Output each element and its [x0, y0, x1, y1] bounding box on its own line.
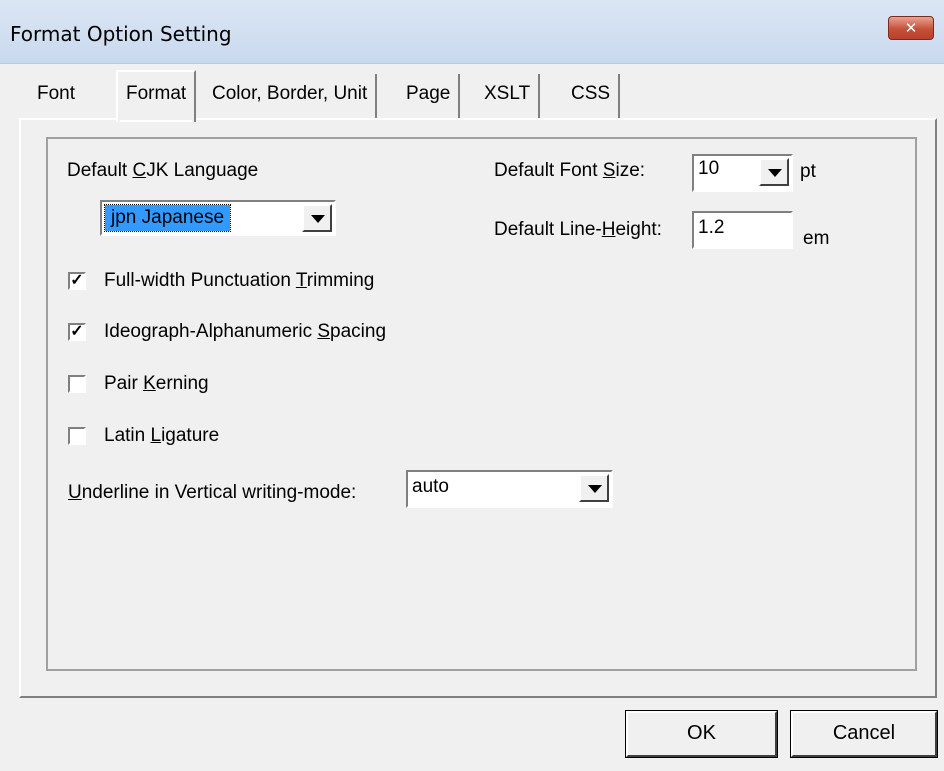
- cb0-pre: Full-width Punctuation: [104, 270, 296, 291]
- tab-format-highlight: [120, 120, 193, 122]
- cb2-pre: Pair: [104, 373, 144, 394]
- cb3-post: igature: [161, 425, 220, 446]
- line-height-label-pre: Default Line-: [494, 219, 602, 240]
- chevron-down-icon: [311, 215, 325, 223]
- cancel-button[interactable]: Cancel: [790, 710, 938, 758]
- cjk-language-value: jpn Japanese: [103, 204, 232, 232]
- ideograph-alphanumeric-spacing-checkbox[interactable]: ✓: [68, 323, 86, 341]
- ideograph-alphanumeric-spacing-label[interactable]: Ideograph-Alphanumeric Spacing: [104, 321, 386, 343]
- latin-ligature-label[interactable]: Latin Ligature: [104, 425, 219, 447]
- cb1-pre: Ideograph-Alphanumeric: [104, 321, 318, 342]
- chevron-down-icon: [768, 169, 782, 177]
- tab-css[interactable]: CSS: [563, 74, 621, 118]
- cjk-language-dropdown-button[interactable]: [302, 204, 332, 232]
- pair-kerning-checkbox[interactable]: [68, 375, 86, 393]
- tab-format[interactable]: Format: [116, 70, 197, 122]
- underline-vertical-dropdown-button[interactable]: [579, 474, 609, 502]
- ok-button[interactable]: OK: [625, 710, 778, 758]
- cjk-language-label-post: JK Language: [146, 160, 259, 181]
- underline-label-post: nderline in Vertical writing-mode:: [81, 482, 357, 503]
- underline-vertical-select[interactable]: auto: [406, 470, 613, 508]
- tab-page-label: Page: [406, 83, 451, 104]
- cb0-accel: T: [295, 270, 307, 291]
- title-bar: Format Option Setting ✕: [0, 0, 944, 64]
- cb2-accel: K: [143, 373, 156, 394]
- font-size-dropdown-button[interactable]: [759, 158, 789, 186]
- cjk-language-label-accel: C: [132, 160, 147, 181]
- chevron-down-icon: [588, 485, 602, 493]
- line-height-label-post: eight:: [615, 219, 662, 240]
- tab-page[interactable]: Page: [398, 74, 461, 118]
- font-size-label: Default Font Size:: [494, 160, 645, 182]
- checkmark-icon: ✓: [70, 323, 84, 340]
- font-size-select[interactable]: 10: [692, 154, 793, 192]
- line-height-unit: em: [803, 228, 830, 249]
- window-title: Format Option Setting: [10, 22, 232, 46]
- line-height-label: Default Line-Height:: [494, 219, 662, 241]
- line-height-label-accel: H: [601, 219, 616, 240]
- tab-format-label: Format: [126, 83, 187, 104]
- cb3-pre: Latin: [104, 425, 151, 446]
- font-size-label-pre: Default Font: [494, 160, 603, 181]
- tab-font[interactable]: Font: [29, 74, 84, 118]
- tab-font-label: Font: [37, 83, 76, 104]
- cb3-accel: L: [150, 425, 162, 446]
- font-size-unit: pt: [800, 161, 816, 182]
- tab-css-label: CSS: [571, 83, 611, 104]
- tab-color-border-unit[interactable]: Color, Border, Unit: [204, 74, 378, 118]
- font-size-value: 10: [698, 158, 720, 179]
- tab-xslt-label: XSLT: [484, 83, 531, 104]
- tab-color-border-unit-label: Color, Border, Unit: [212, 83, 368, 104]
- line-height-value: 1.2: [698, 217, 725, 238]
- ok-button-label: OK: [687, 722, 716, 744]
- line-height-input[interactable]: 1.2: [692, 211, 793, 249]
- cancel-button-label: Cancel: [832, 722, 896, 744]
- cb1-post: pacing: [330, 321, 387, 342]
- checkmark-icon: ✓: [70, 272, 84, 289]
- font-size-label-accel: S: [602, 160, 616, 181]
- full-width-punctuation-trimming-checkbox[interactable]: ✓: [68, 272, 86, 290]
- close-button[interactable]: ✕: [888, 16, 934, 40]
- underline-vertical-label: Underline in Vertical writing-mode:: [68, 482, 356, 504]
- cb0-post: rimming: [306, 270, 375, 291]
- close-icon: ✕: [904, 19, 918, 37]
- latin-ligature-checkbox[interactable]: [68, 427, 86, 445]
- cjk-language-label-pre: Default: [67, 160, 133, 181]
- underline-vertical-value: auto: [412, 476, 449, 497]
- cjk-language-label: Default CJK Language: [67, 160, 258, 182]
- cb1-accel: S: [317, 321, 331, 342]
- font-size-label-post: ize:: [615, 160, 646, 181]
- cb2-post: erning: [155, 373, 209, 394]
- pair-kerning-label[interactable]: Pair Kerning: [104, 373, 209, 395]
- full-width-punctuation-trimming-label[interactable]: Full-width Punctuation Trimming: [104, 270, 374, 292]
- underline-label-accel: U: [68, 482, 82, 503]
- tab-xslt[interactable]: XSLT: [476, 74, 541, 118]
- cjk-language-select[interactable]: jpn Japanese: [100, 200, 336, 236]
